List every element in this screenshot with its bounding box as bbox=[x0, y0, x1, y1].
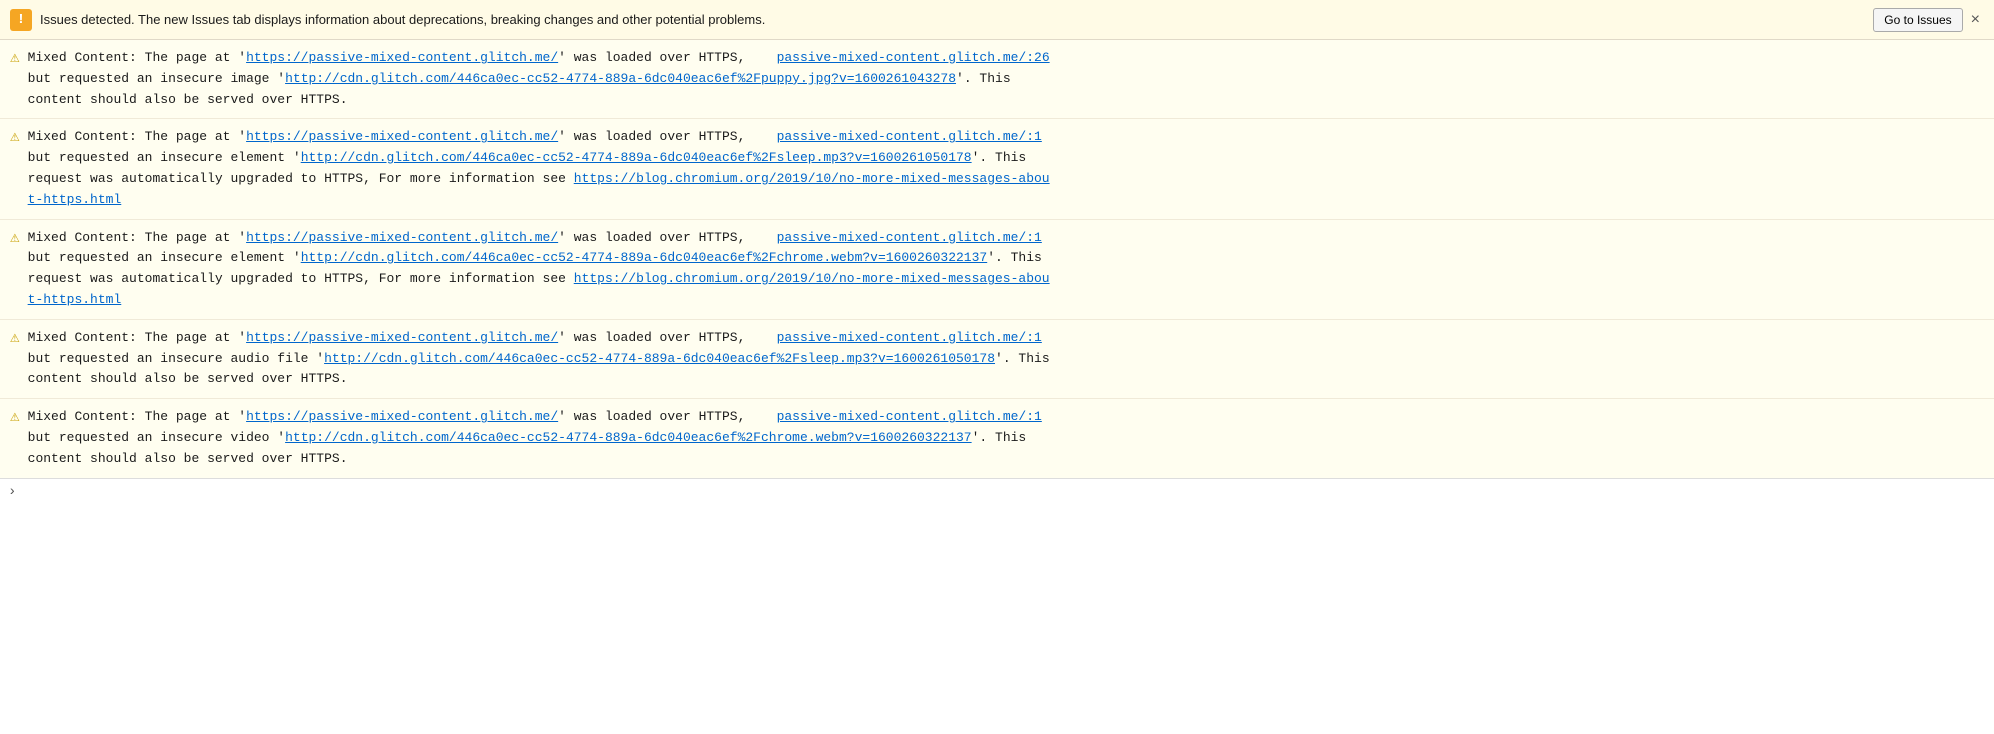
message-content-2: Mixed Content: The page at 'https://pass… bbox=[28, 127, 1984, 210]
msg2-line2-after: '. This bbox=[972, 150, 1027, 165]
chevron-right-icon[interactable]: › bbox=[8, 484, 16, 500]
msg4-page-link[interactable]: https://passive-mixed-content.glitch.me/ bbox=[246, 330, 558, 345]
msg5-source-link[interactable]: passive-mixed-content.glitch.me/:1 bbox=[777, 409, 1042, 424]
msg5-resource-link[interactable]: http://cdn.glitch.com/446ca0ec-cc52-4774… bbox=[285, 430, 972, 445]
msg3-line1-mid: ' was loaded over HTTPS, bbox=[558, 230, 776, 245]
msg5-page-link[interactable]: https://passive-mixed-content.glitch.me/ bbox=[246, 409, 558, 424]
msg2-page-link[interactable]: https://passive-mixed-content.glitch.me/ bbox=[246, 129, 558, 144]
go-to-issues-button[interactable]: Go to Issues bbox=[1873, 8, 1962, 32]
msg5-line2-before: but requested an insecure video ' bbox=[28, 430, 285, 445]
msg4-line3: content should also be served over HTTPS… bbox=[28, 371, 348, 386]
msg4-resource-link[interactable]: http://cdn.glitch.com/446ca0ec-cc52-4774… bbox=[324, 351, 995, 366]
exclamation-icon: ! bbox=[17, 13, 25, 27]
msg1-line1-before: Mixed Content: The page at ' bbox=[28, 50, 246, 65]
msg3-line1-before: Mixed Content: The page at ' bbox=[28, 230, 246, 245]
message-content-4: Mixed Content: The page at 'https://pass… bbox=[28, 328, 1984, 390]
msg3-page-link[interactable]: https://passive-mixed-content.glitch.me/ bbox=[246, 230, 558, 245]
msg5-line1-mid: ' was loaded over HTTPS, bbox=[558, 409, 776, 424]
issues-notification-bar: ! Issues detected. The new Issues tab di… bbox=[0, 0, 1994, 40]
warning-triangle-icon: ⚠ bbox=[10, 408, 20, 427]
issues-bar-left: ! Issues detected. The new Issues tab di… bbox=[10, 9, 765, 31]
msg5-line3: content should also be served over HTTPS… bbox=[28, 451, 348, 466]
msg1-line2-before: but requested an insecure image ' bbox=[28, 71, 285, 86]
message-content-3: Mixed Content: The page at 'https://pass… bbox=[28, 228, 1984, 311]
msg4-line1-mid: ' was loaded over HTTPS, bbox=[558, 330, 776, 345]
issues-bar-text: Issues detected. The new Issues tab disp… bbox=[40, 12, 765, 27]
warning-triangle-icon: ⚠ bbox=[10, 229, 20, 248]
msg2-line1-mid: ' was loaded over HTTPS, bbox=[558, 129, 776, 144]
message-content-5: Mixed Content: The page at 'https://pass… bbox=[28, 407, 1984, 469]
msg5-line1-before: Mixed Content: The page at ' bbox=[28, 409, 246, 424]
msg2-line3-before: request was automatically upgraded to HT… bbox=[28, 171, 574, 186]
warning-triangle-icon: ⚠ bbox=[10, 329, 20, 348]
msg1-line2-after: '. This bbox=[956, 71, 1011, 86]
warning-triangle-icon: ⚠ bbox=[10, 49, 20, 68]
msg2-source-link[interactable]: passive-mixed-content.glitch.me/:1 bbox=[777, 129, 1042, 144]
msg1-resource-link[interactable]: http://cdn.glitch.com/446ca0ec-cc52-4774… bbox=[285, 71, 956, 86]
msg4-line2-after: '. This bbox=[995, 351, 1050, 366]
close-issues-bar-button[interactable]: × bbox=[1967, 11, 1984, 29]
message-row: ⚠ Mixed Content: The page at 'https://pa… bbox=[0, 40, 1994, 119]
msg2-line1-before: Mixed Content: The page at ' bbox=[28, 129, 246, 144]
msg3-line2-after: '. This bbox=[987, 250, 1042, 265]
msg1-page-link[interactable]: https://passive-mixed-content.glitch.me/ bbox=[246, 50, 558, 65]
message-row: ⚠ Mixed Content: The page at 'https://pa… bbox=[0, 119, 1994, 219]
warning-icon-box: ! bbox=[10, 9, 32, 31]
message-row: ⚠ Mixed Content: The page at 'https://pa… bbox=[0, 220, 1994, 320]
msg4-line1-before: Mixed Content: The page at ' bbox=[28, 330, 246, 345]
message-content-1: Mixed Content: The page at 'https://pass… bbox=[28, 48, 1984, 110]
msg1-source-link[interactable]: passive-mixed-content.glitch.me/:26 bbox=[777, 50, 1050, 65]
msg1-line1-mid: ' was loaded over HTTPS, bbox=[558, 50, 776, 65]
msg3-resource-link[interactable]: http://cdn.glitch.com/446ca0ec-cc52-4774… bbox=[301, 250, 988, 265]
bottom-bar: › bbox=[0, 478, 1994, 506]
msg5-line2-after: '. This bbox=[972, 430, 1027, 445]
msg2-line2-before: but requested an insecure element ' bbox=[28, 150, 301, 165]
message-row: ⚠ Mixed Content: The page at 'https://pa… bbox=[0, 399, 1994, 477]
msg1-line3: content should also be served over HTTPS… bbox=[28, 92, 348, 107]
warning-triangle-icon: ⚠ bbox=[10, 128, 20, 147]
msg3-source-link[interactable]: passive-mixed-content.glitch.me/:1 bbox=[777, 230, 1042, 245]
msg3-line2-before: but requested an insecure element ' bbox=[28, 250, 301, 265]
message-row: ⚠ Mixed Content: The page at 'https://pa… bbox=[0, 320, 1994, 399]
messages-container: ⚠ Mixed Content: The page at 'https://pa… bbox=[0, 40, 1994, 478]
msg4-source-link[interactable]: passive-mixed-content.glitch.me/:1 bbox=[777, 330, 1042, 345]
msg3-line3-before: request was automatically upgraded to HT… bbox=[28, 271, 574, 286]
msg2-resource-link[interactable]: http://cdn.glitch.com/446ca0ec-cc52-4774… bbox=[301, 150, 972, 165]
msg4-line2-before: but requested an insecure audio file ' bbox=[28, 351, 324, 366]
